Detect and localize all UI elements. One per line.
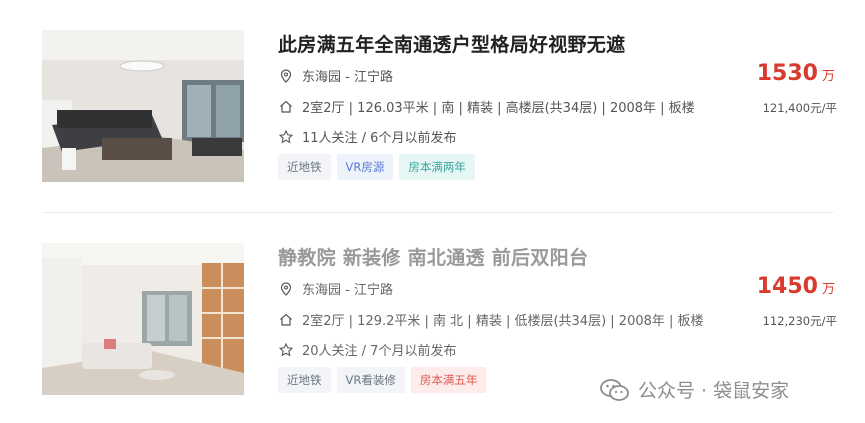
tag-cert-years[interactable]: 房本满两年: [399, 154, 475, 180]
listing-info-row: 2室2厅 | 126.03平米 | 南 | 精装 | 高楼层(共34层) | 2…: [278, 97, 695, 116]
listing-info: 2室2厅 | 126.03平米 | 南 | 精装 | 高楼层(共34层) | 2…: [302, 101, 695, 116]
listing-follow-row: 20人关注 / 7个月以前发布: [278, 340, 456, 359]
unit-price: 121,400元/平: [762, 101, 837, 115]
listing-card[interactable]: 此房满五年全南通透户型格局好视野无遮 东海园 - 江宁路 2室2厅 | 126.…: [0, 30, 865, 190]
listing-follow-row: 11人关注 / 6个月以前发布: [278, 127, 456, 146]
tag-near-subway[interactable]: 近地铁: [278, 154, 331, 180]
house-icon: [278, 312, 294, 328]
listing-location-row: 东海园 - 江宁路: [278, 66, 393, 85]
tag-vr-decoration[interactable]: VR看装修: [336, 367, 405, 393]
listing-tags: 近地铁 VR看装修 房本满五年: [278, 367, 487, 393]
listing-title[interactable]: 静教院 新装修 南北通透 前后双阳台: [278, 243, 588, 270]
total-price-value: 1530: [756, 61, 818, 86]
tag-cert-years[interactable]: 房本满五年: [410, 367, 487, 393]
watermark-text: 公众号 · 袋鼠安家: [638, 380, 790, 402]
listing-info: 2室2厅 | 129.2平米 | 南 北 | 精装 | 低楼层(共34层) | …: [302, 314, 704, 329]
listing-follow: 11人关注 / 6个月以前发布: [302, 131, 457, 146]
house-icon: [278, 99, 294, 115]
listing-photo[interactable]: [42, 30, 244, 182]
listing-location-row: 东海园 - 江宁路: [278, 279, 393, 298]
unit-price: 112,230元/平: [762, 314, 837, 328]
total-price-unit: 万: [821, 282, 835, 297]
listing-divider: [42, 212, 834, 213]
listing-info-row: 2室2厅 | 129.2平米 | 南 北 | 精装 | 低楼层(共34层) | …: [278, 310, 704, 329]
tag-near-subway[interactable]: 近地铁: [278, 367, 331, 393]
star-icon: [278, 129, 294, 145]
listing-follow: 20人关注 / 7个月以前发布: [302, 344, 457, 359]
total-price: 1530 万: [757, 61, 835, 86]
total-price-unit: 万: [821, 69, 835, 84]
listing-tags: 近地铁 VR房源 房本满两年: [278, 154, 475, 180]
location-pin-icon: [278, 281, 294, 297]
listing-title[interactable]: 此房满五年全南通透户型格局好视野无遮: [278, 30, 625, 57]
wechat-watermark: 公众号 · 袋鼠安家: [600, 376, 789, 403]
total-price-value: 1450: [756, 274, 818, 299]
tag-vr[interactable]: VR房源: [336, 154, 394, 180]
listing-location[interactable]: 东海园 - 江宁路: [302, 66, 393, 85]
total-price: 1450 万: [757, 274, 835, 299]
listing-photo[interactable]: [42, 243, 244, 395]
wechat-icon: [600, 378, 629, 401]
listing-location[interactable]: 东海园 - 江宁路: [302, 279, 393, 298]
star-icon: [278, 342, 294, 358]
location-pin-icon: [278, 68, 294, 84]
